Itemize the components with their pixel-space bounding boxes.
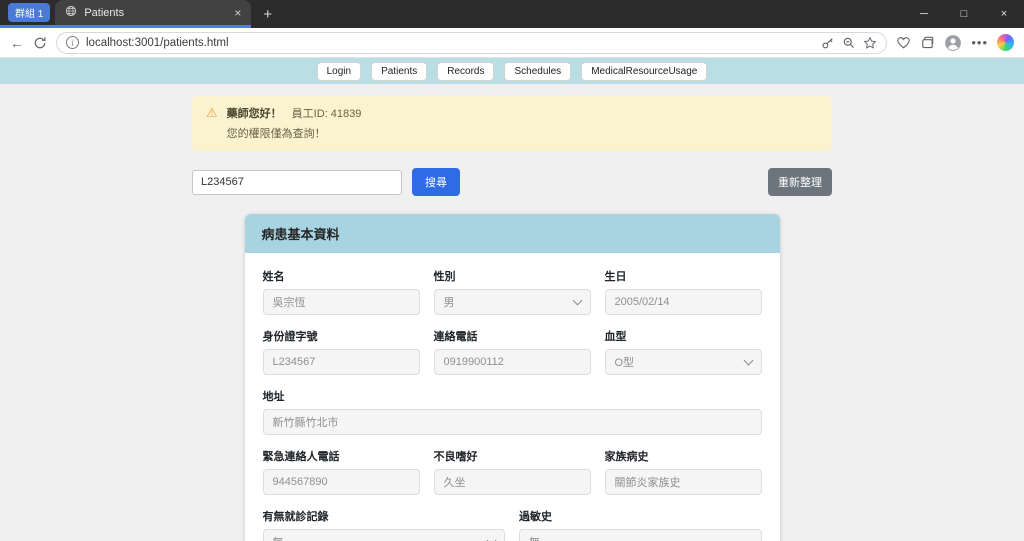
nav-button-medical-resource-usage[interactable]: MedicalResourceUsage — [581, 61, 708, 81]
phone-label: 連絡電話 — [433, 331, 478, 343]
patient-info-card: 病患基本資料 姓名 吳宗恆 性別 男 生日 2005/02/14 身份證字號 L… — [244, 214, 780, 541]
emergency-phone-input[interactable]: 944567890 — [262, 469, 420, 495]
reload-icon[interactable] — [33, 36, 47, 50]
phone-input[interactable]: 0919900112 — [433, 349, 591, 375]
page-content: ⚠ 藥師您好！ 員工ID: 41839 您的權限僅為查詢！ 搜尋 重新整理 病患基… — [0, 84, 1024, 541]
nav-button-schedules[interactable]: Schedules — [504, 61, 572, 81]
new-tab-button[interactable]: + — [251, 0, 284, 28]
tab-group: 群組 1 Patients × — [0, 0, 252, 28]
browser-tab-patients[interactable]: Patients × — [55, 0, 252, 25]
field-address: 地址 新竹縣竹北市 — [262, 388, 762, 435]
zoom-icon[interactable] — [842, 36, 856, 50]
window-minimize-button[interactable]: ─ — [904, 0, 944, 28]
tab-group-badge[interactable]: 群組 1 — [8, 3, 51, 22]
visit-record-label: 有無就診記錄 — [262, 511, 329, 523]
window-maximize-button[interactable]: □ — [944, 0, 984, 28]
collections-icon[interactable] — [920, 35, 935, 50]
allergy-label: 過敏史 — [519, 511, 552, 523]
favorite-star-icon[interactable] — [863, 36, 877, 50]
copilot-icon[interactable] — [997, 34, 1014, 51]
browser-essentials-icon[interactable] — [896, 35, 911, 50]
refresh-button[interactable]: 重新整理 — [768, 168, 832, 196]
visit-record-select[interactable]: 無 — [262, 529, 505, 541]
window-close-button[interactable]: × — [984, 0, 1024, 28]
chevron-down-icon — [572, 295, 582, 305]
permission-alert: ⚠ 藥師您好！ 員工ID: 41839 您的權限僅為查詢！ — [192, 96, 832, 151]
field-visit-record: 有無就診記錄 無 — [262, 508, 505, 541]
field-phone: 連絡電話 0919900112 — [433, 328, 591, 375]
gender-select[interactable]: 男 — [433, 289, 591, 315]
name-label: 姓名 — [262, 271, 285, 283]
gender-label: 性別 — [433, 271, 456, 283]
url-text[interactable]: localhost:3001/patients.html — [86, 37, 814, 49]
field-gender: 性別 男 — [433, 268, 591, 315]
search-row: 搜尋 重新整理 — [192, 168, 832, 196]
field-habit: 不良嗜好 久坐 — [433, 448, 591, 495]
password-key-icon[interactable] — [821, 36, 835, 50]
alert-employee-id: 員工ID: 41839 — [291, 108, 362, 120]
family-history-label: 家族病史 — [604, 451, 649, 463]
address-label: 地址 — [262, 391, 285, 403]
nav-button-records[interactable]: Records — [437, 61, 495, 81]
field-emergency-phone: 緊急連絡人電話 944567890 — [262, 448, 420, 495]
blood-type-label: 血型 — [604, 331, 627, 343]
patient-id-search-input[interactable] — [192, 169, 402, 195]
warning-icon: ⚠ — [206, 105, 218, 120]
field-blood-type: 血型 O型 — [604, 328, 762, 375]
habit-label: 不良嗜好 — [433, 451, 478, 463]
name-input[interactable]: 吳宗恆 — [262, 289, 420, 315]
id-number-label: 身份證字號 — [262, 331, 318, 343]
nav-button-patients[interactable]: Patients — [371, 61, 428, 81]
alert-greeting: 藥師您好！ — [226, 108, 282, 120]
birthday-label: 生日 — [604, 271, 627, 283]
tab-close-icon[interactable]: × — [234, 6, 241, 20]
site-navigation: Login Patients Records Schedules Medical… — [0, 58, 1024, 84]
nav-button-login[interactable]: Login — [316, 61, 362, 81]
family-history-input[interactable]: 關節炎家族史 — [604, 469, 762, 495]
back-icon[interactable]: ← — [10, 36, 24, 50]
address-input[interactable]: 新竹縣竹北市 — [262, 409, 762, 435]
chevron-down-icon — [486, 535, 497, 541]
browser-titlebar: 群組 1 Patients × + ─ □ × — [0, 0, 1024, 28]
chevron-down-icon — [743, 355, 753, 365]
profile-avatar[interactable] — [944, 34, 962, 52]
birthday-input[interactable]: 2005/02/14 — [604, 289, 762, 315]
browser-toolbar: ← i localhost:3001/patients.html ••• — [0, 28, 1024, 58]
browser-window: 群組 1 Patients × + ─ □ × ← i localhost:30… — [0, 0, 1024, 541]
id-number-input[interactable]: L234567 — [262, 349, 420, 375]
address-bar[interactable]: i localhost:3001/patients.html — [56, 31, 888, 54]
field-birthday: 生日 2005/02/14 — [604, 268, 762, 315]
emergency-phone-label: 緊急連絡人電話 — [262, 451, 340, 463]
allergy-input[interactable]: 無 — [519, 529, 762, 541]
field-id-number: 身份證字號 L234567 — [262, 328, 420, 375]
alert-note: 您的權限僅為查詢！ — [226, 128, 326, 140]
settings-more-icon[interactable]: ••• — [971, 35, 988, 50]
habit-input[interactable]: 久坐 — [433, 469, 591, 495]
globe-favicon-icon — [65, 5, 77, 20]
field-allergy: 過敏史 無 — [519, 508, 762, 541]
blood-type-select[interactable]: O型 — [604, 349, 762, 375]
field-name: 姓名 吳宗恆 — [262, 268, 420, 315]
search-button[interactable]: 搜尋 — [412, 168, 460, 196]
tab-title: Patients — [84, 6, 125, 19]
field-family-history: 家族病史 關節炎家族史 — [604, 448, 762, 495]
card-title: 病患基本資料 — [244, 214, 780, 253]
site-info-icon[interactable]: i — [66, 36, 79, 49]
